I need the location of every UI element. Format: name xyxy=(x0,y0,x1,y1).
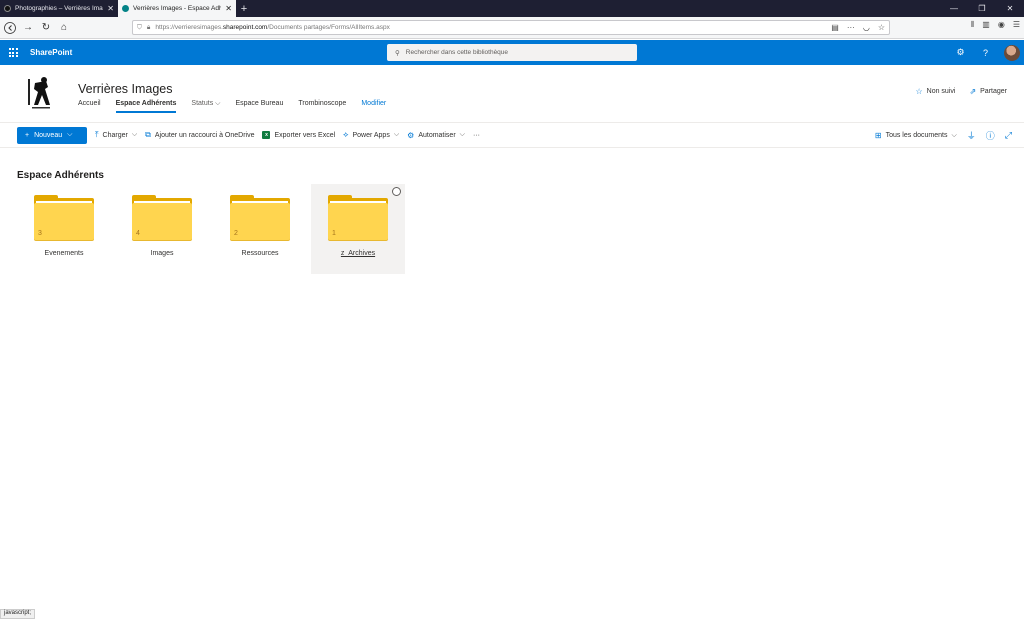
folder-name[interactable]: Images xyxy=(115,250,209,257)
account-icon[interactable]: ◉ xyxy=(998,20,1005,30)
site-favicon-icon xyxy=(4,5,11,12)
folder-name[interactable]: z_Archives xyxy=(311,250,405,257)
folder-icon: 2 xyxy=(230,195,290,240)
expand-icon[interactable]: ⤢ xyxy=(1005,130,1012,141)
back-icon[interactable] xyxy=(2,20,18,36)
automate-icon: ⚙ xyxy=(407,130,415,140)
sidebar-icon[interactable]: ▥ xyxy=(982,20,990,30)
nav-edit-link[interactable]: Modifier xyxy=(361,100,386,113)
tab-title: Photographies – Verrières Imag xyxy=(15,5,104,12)
sharepoint-brand[interactable]: SharePoint xyxy=(30,48,72,57)
more-actions-button[interactable]: ··· xyxy=(473,132,480,139)
info-icon[interactable]: ⓘ xyxy=(986,129,995,142)
plus-icon: + xyxy=(25,131,30,139)
pocket-icon[interactable]: ◡ xyxy=(863,23,870,32)
forward-icon[interactable]: → xyxy=(20,20,36,36)
help-icon[interactable]: ? xyxy=(973,48,998,58)
library-title: Espace Adhérents xyxy=(17,170,104,181)
search-placeholder: Rechercher dans cette bibliothèque xyxy=(405,49,509,56)
select-checkbox[interactable] xyxy=(392,187,401,196)
app-launcher-icon[interactable] xyxy=(0,48,26,57)
folder-tile-archives[interactable]: 1 z_Archives xyxy=(311,184,405,274)
star-icon: ☆ xyxy=(915,87,923,96)
browser-tab-espace-adherents[interactable]: Verrières Images - Espace Adhé ✕ xyxy=(118,0,236,17)
status-bar: javascript; xyxy=(0,609,36,619)
browser-toolbar: → ↻ ⌂ ⛉ 🔒︎ https://verrieresimages.share… xyxy=(0,17,1024,39)
site-title[interactable]: Verrières Images xyxy=(78,82,172,96)
browser-tab-strip: Photographies – Verrières Imag ✕ Verrièr… xyxy=(0,0,1024,17)
page-actions-icon[interactable]: ··· xyxy=(847,23,855,32)
grid-view-icon: ⊞ xyxy=(874,131,882,140)
browser-tab-photographies[interactable]: Photographies – Verrières Imag ✕ xyxy=(0,0,118,17)
folder-name[interactable]: Ressources xyxy=(213,250,307,257)
settings-gear-icon[interactable]: ⚙ xyxy=(948,47,973,58)
search-icon: ⚲ xyxy=(395,49,400,57)
close-tab-icon[interactable]: ✕ xyxy=(225,4,232,13)
shortcut-icon: ⧉ xyxy=(145,130,151,139)
folder-tiles: 3 Evenements 4 Images 2 Ressources 1 z_A… xyxy=(17,184,409,274)
folder-icon: 1 xyxy=(328,195,388,240)
item-count: 2 xyxy=(234,230,238,237)
power-apps-icon: ⟡ xyxy=(343,130,349,139)
nav-item-espace-adherents[interactable]: Espace Adhérents xyxy=(115,100,177,113)
minimize-icon[interactable]: — xyxy=(940,0,968,17)
export-excel-button[interactable]: x Exporter vers Excel xyxy=(262,131,335,139)
search-input[interactable]: ⚲ Rechercher dans cette bibliothèque xyxy=(387,44,637,61)
home-icon[interactable]: ⌂ xyxy=(56,20,72,36)
upload-button[interactable]: ⤒ Charger ⌵ xyxy=(95,130,137,140)
folder-icon: 4 xyxy=(132,195,192,240)
library-icon[interactable]: ⫴ xyxy=(971,20,974,30)
avatar[interactable] xyxy=(1004,44,1020,61)
tab-title: Verrières Images - Espace Adhé xyxy=(133,5,222,12)
menu-icon[interactable]: ☰ xyxy=(1013,20,1020,30)
new-button[interactable]: + Nouveau ⌵ xyxy=(17,126,87,144)
site-navigation: Accueil Espace Adhérents Statuts ⌵ Espac… xyxy=(78,100,386,113)
chevron-down-icon: ⌵ xyxy=(131,131,138,138)
folder-name[interactable]: Evenements xyxy=(17,250,111,257)
chevron-down-icon: ⌵ xyxy=(459,131,465,138)
add-shortcut-button[interactable]: ⧉ Ajouter un raccourci à OneDrive xyxy=(145,130,254,140)
command-bar: + Nouveau ⌵ ⤒ Charger ⌵ ⧉ Ajouter un rac… xyxy=(0,123,1024,148)
new-tab-icon[interactable]: + xyxy=(236,0,252,17)
folder-tile-evenements[interactable]: 3 Evenements xyxy=(17,184,111,274)
lock-icon: 🔒︎ xyxy=(146,23,151,31)
shield-icon: ⛉ xyxy=(137,23,142,31)
upload-icon: ⤒ xyxy=(95,130,99,139)
suite-bar: SharePoint ⚲ Rechercher dans cette bibli… xyxy=(0,40,1024,65)
close-tab-icon[interactable]: ✕ xyxy=(107,4,114,13)
excel-icon: x xyxy=(262,131,271,139)
item-count: 1 xyxy=(332,230,336,237)
nav-item-espace-bureau[interactable]: Espace Bureau xyxy=(235,100,283,113)
chevron-down-icon: ⌵ xyxy=(67,131,73,138)
item-count: 4 xyxy=(136,230,140,237)
chevron-down-icon: ⌵ xyxy=(393,131,400,138)
restore-icon[interactable]: ❐ xyxy=(968,0,996,17)
sharepoint-favicon-icon xyxy=(122,5,129,12)
site-header: Verrières Images Accueil Espace Adhérent… xyxy=(0,65,1024,123)
nav-item-statuts[interactable]: Statuts ⌵ xyxy=(191,100,220,113)
filter-icon[interactable]: ⏚ xyxy=(967,129,976,142)
share-button[interactable]: ⇗ Partager xyxy=(969,87,1007,96)
site-logo[interactable] xyxy=(26,75,56,111)
nav-item-accueil[interactable]: Accueil xyxy=(78,100,101,113)
power-apps-button[interactable]: ⟡ Power Apps ⌵ xyxy=(343,130,399,140)
url-text: https://verrieresimages.sharepoint.com/D… xyxy=(155,24,390,31)
view-selector[interactable]: ⊞ Tous les documents ⌵ xyxy=(875,131,957,140)
reload-icon[interactable]: ↻ xyxy=(38,20,54,36)
chevron-down-icon: ⌵ xyxy=(215,100,221,107)
folder-tile-images[interactable]: 4 Images xyxy=(115,184,209,274)
bookmark-star-icon[interactable]: ☆ xyxy=(878,23,885,32)
folder-icon: 3 xyxy=(34,195,94,240)
folder-tile-ressources[interactable]: 2 Ressources xyxy=(213,184,307,274)
window-controls: — ❐ ✕ xyxy=(940,0,1024,17)
follow-button[interactable]: ☆ Non suivi xyxy=(915,87,955,96)
automate-button[interactable]: ⚙ Automatiser ⌵ xyxy=(407,131,465,140)
address-bar[interactable]: ⛉ 🔒︎ https://verrieresimages.sharepoint.… xyxy=(132,20,890,35)
reader-view-icon[interactable]: ▤ xyxy=(831,23,839,32)
close-window-icon[interactable]: ✕ xyxy=(996,0,1024,17)
chevron-down-icon: ⌵ xyxy=(951,131,957,139)
nav-item-trombinoscope[interactable]: Trombinoscope xyxy=(298,100,346,113)
item-count: 3 xyxy=(38,230,42,237)
share-icon: ⇗ xyxy=(969,87,977,96)
